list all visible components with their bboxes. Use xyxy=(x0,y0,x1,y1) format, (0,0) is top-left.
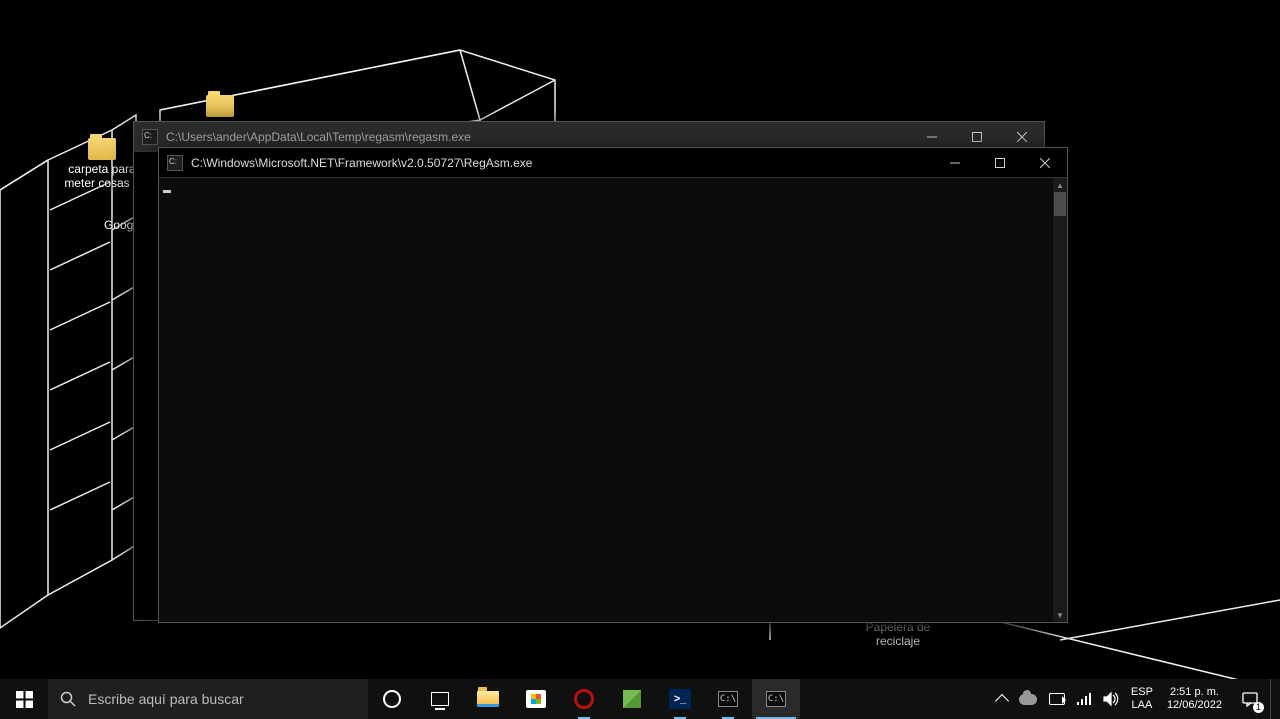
console-icon: C:\ xyxy=(766,691,786,707)
console-icon: C:\ xyxy=(718,691,738,707)
opera-icon xyxy=(574,689,594,709)
window-title: C:\Windows\Microsoft.NET\Framework\v2.0.… xyxy=(191,156,932,170)
show-desktop-button[interactable] xyxy=(1270,679,1276,719)
console-window-regasm-framework[interactable]: C:\Windows\Microsoft.NET\Framework\v2.0.… xyxy=(158,147,1068,623)
taskbar-app-console-1[interactable]: C:\ xyxy=(704,679,752,719)
clock-date: 12/06/2022 xyxy=(1167,699,1222,712)
taskbar-app-console-2[interactable]: C:\ xyxy=(752,679,800,719)
chevron-up-icon xyxy=(995,694,1009,708)
taskbar-app-minecraft[interactable] xyxy=(608,679,656,719)
folder-icon xyxy=(206,95,234,117)
taskbar-app-opera[interactable] xyxy=(560,679,608,719)
cortana-button[interactable] xyxy=(368,679,416,719)
folder-icon xyxy=(88,138,116,160)
console-icon xyxy=(142,129,158,145)
scroll-down-arrow[interactable]: ▼ xyxy=(1053,608,1067,622)
minimize-button[interactable] xyxy=(932,148,977,178)
console-icon xyxy=(167,155,183,171)
search-icon xyxy=(60,691,76,707)
network-icon xyxy=(1077,693,1091,705)
desktop-folder-2[interactable] xyxy=(180,95,260,119)
close-button[interactable] xyxy=(1022,148,1067,178)
circle-icon xyxy=(383,690,401,708)
tray-language[interactable]: ESP LAA xyxy=(1125,679,1159,719)
task-view-icon xyxy=(431,692,449,706)
windows-logo-icon xyxy=(16,691,33,708)
minecraft-icon xyxy=(623,690,641,708)
scroll-up-arrow[interactable]: ▲ xyxy=(1053,178,1067,192)
meet-now-icon xyxy=(1049,693,1065,705)
file-explorer-icon xyxy=(477,691,499,707)
tray-clock[interactable]: 2:51 p. m. 12/06/2022 xyxy=(1159,679,1230,719)
taskbar-app-explorer[interactable] xyxy=(464,679,512,719)
desktop-folder-1[interactable]: carpeta para meter cosas d xyxy=(62,138,142,190)
ms-store-icon xyxy=(526,690,546,708)
tray-meet-now[interactable] xyxy=(1043,679,1071,719)
system-tray: ESP LAA 2:51 p. m. 12/06/2022 1 xyxy=(987,679,1280,719)
taskbar-search[interactable] xyxy=(48,679,368,719)
taskbar-app-store[interactable] xyxy=(512,679,560,719)
tray-network[interactable] xyxy=(1071,679,1097,719)
desktop-icon-label: carpeta para meter cosas d xyxy=(62,162,142,190)
tray-onedrive[interactable] xyxy=(1013,679,1043,719)
tray-overflow-button[interactable] xyxy=(991,679,1013,719)
recycle-bin-label: Papelera dereciclaje xyxy=(858,620,938,648)
text-cursor xyxy=(163,190,171,193)
start-button[interactable] xyxy=(0,679,48,719)
search-input[interactable] xyxy=(88,691,356,707)
clock-time: 2:51 p. m. xyxy=(1170,686,1219,699)
vertical-scrollbar[interactable]: ▲ ▼ xyxy=(1053,178,1067,622)
action-center-button[interactable]: 1 xyxy=(1230,679,1270,719)
console-body[interactable] xyxy=(159,178,1053,622)
scroll-thumb[interactable] xyxy=(1054,192,1066,216)
task-view-button[interactable] xyxy=(416,679,464,719)
maximize-button[interactable] xyxy=(977,148,1022,178)
titlebar[interactable]: C:\Windows\Microsoft.NET\Framework\v2.0.… xyxy=(159,148,1067,178)
taskbar-app-powershell[interactable]: >_ xyxy=(656,679,704,719)
notification-badge: 1 xyxy=(1253,702,1264,713)
desktop[interactable]: carpeta para meter cosas d Googl Papeler… xyxy=(0,0,1280,719)
taskbar: >_ C:\ C:\ ESP LAA 2:51 p. m. 12/06/2022… xyxy=(0,679,1280,719)
window-title: C:\Users\ander\AppData\Local\Temp\regasm… xyxy=(166,130,909,144)
speaker-icon xyxy=(1103,691,1119,707)
powershell-icon: >_ xyxy=(669,689,691,709)
keyboard-layout: LAA xyxy=(1132,699,1153,712)
onedrive-icon xyxy=(1019,694,1037,705)
tray-volume[interactable] xyxy=(1097,679,1125,719)
language-code: ESP xyxy=(1131,686,1153,699)
